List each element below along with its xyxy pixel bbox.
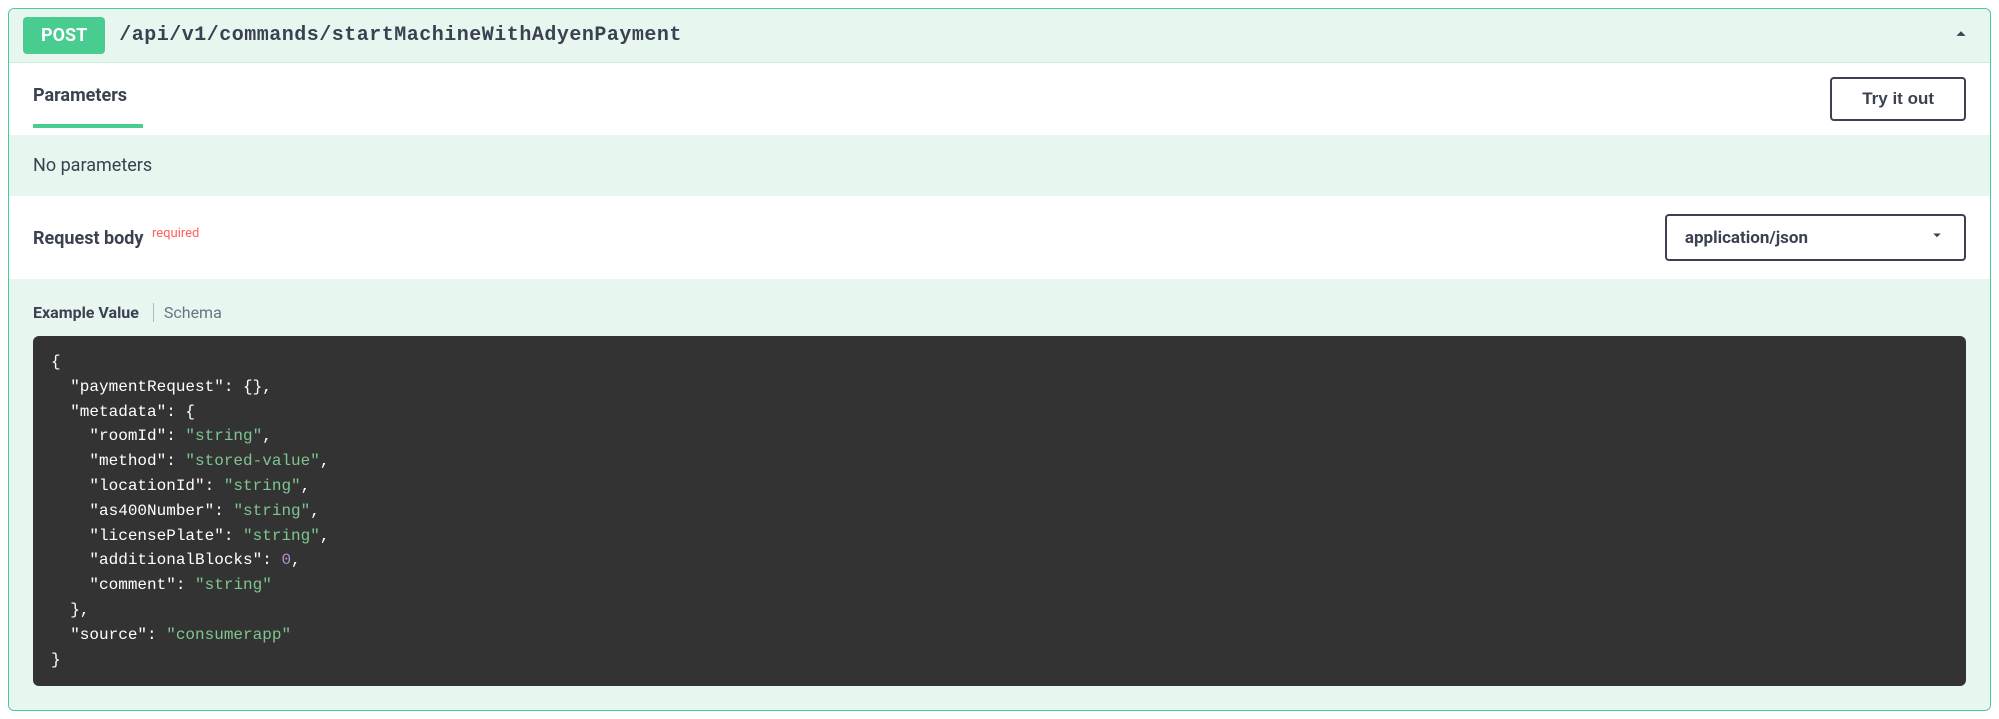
required-label: required [152,226,199,241]
endpoint-path: /api/v1/commands/startMachineWithAdyenPa… [119,24,682,47]
parameters-header: Parameters Try it out [9,62,1990,135]
chevron-up-icon[interactable] [1950,23,1972,49]
content-type-select[interactable]: application/json [1665,214,1966,261]
request-body-content: Example Value Schema { "paymentRequest":… [9,279,1990,710]
body-tabs: Example Value Schema [33,303,1966,322]
example-json-block[interactable]: { "paymentRequest": {}, "metadata": { "r… [33,336,1966,686]
tab-example-value[interactable]: Example Value [33,303,139,322]
method-badge: POST [23,17,105,54]
tab-schema[interactable]: Schema [153,303,222,322]
request-body-header: Request body required application/json [9,196,1990,279]
operation-summary[interactable]: POST /api/v1/commands/startMachineWithAd… [9,9,1990,62]
request-body-title-text: Request body [33,228,144,249]
operation-block: POST /api/v1/commands/startMachineWithAd… [8,8,1991,711]
parameters-empty-text: No parameters [9,135,1990,196]
request-body-title: Request body required [33,226,199,249]
chevron-down-icon [1928,226,1946,249]
content-type-value: application/json [1685,228,1808,248]
try-it-out-button[interactable]: Try it out [1830,77,1966,121]
parameters-title: Parameters [33,85,127,114]
